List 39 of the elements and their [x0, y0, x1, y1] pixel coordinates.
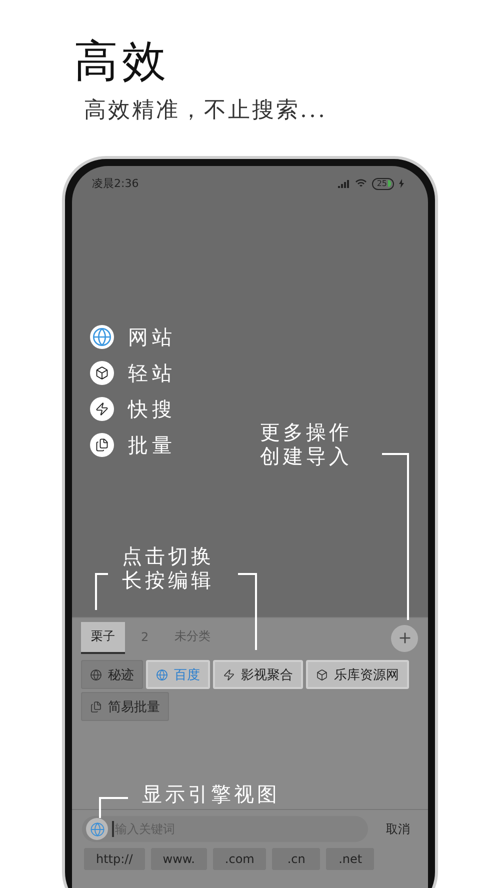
cancel-button[interactable]: 取消	[378, 820, 418, 838]
stack-icon[interactable]	[90, 433, 114, 457]
menu-label: 网站	[128, 324, 176, 350]
leader-line	[94, 572, 110, 612]
wifi-icon	[354, 179, 367, 188]
status-time: 凌晨2:36	[92, 176, 139, 191]
engine-chip[interactable]: 影视聚合	[213, 660, 303, 689]
leader-line	[98, 796, 130, 820]
callout-text: 显示引擎视图	[142, 782, 280, 806]
engine-chip[interactable]: 乐库资源网	[306, 660, 409, 689]
add-button[interactable]	[391, 624, 418, 652]
charging-icon	[399, 179, 404, 188]
menu-label: 批量	[128, 432, 176, 458]
engine-chip[interactable]: 百度	[146, 660, 210, 689]
menu-label: 轻站	[128, 360, 176, 386]
engine-chip[interactable]: 秘迹	[81, 660, 143, 689]
quick-input-key[interactable]: www.	[150, 848, 207, 870]
quick-input-key[interactable]: .net	[326, 848, 374, 870]
quick-input-key[interactable]: http://	[84, 848, 145, 870]
page-subtitle: 高效精准，不止搜索...	[84, 97, 328, 125]
category-tab[interactable]: 栗子	[81, 622, 125, 654]
callout-text: 点击切换 长按编辑	[122, 544, 214, 592]
bolt-icon	[223, 668, 235, 680]
globe-icon[interactable]	[90, 325, 114, 349]
globe-icon	[156, 668, 168, 680]
menu-label: 快搜	[128, 396, 176, 422]
cube-icon[interactable]	[90, 361, 114, 385]
bolt-icon[interactable]	[90, 397, 114, 421]
stack-icon	[90, 700, 102, 712]
engine-chip[interactable]: 简易批量	[81, 692, 169, 721]
callout-text: 更多操作 创建导入	[260, 420, 352, 468]
signal-icon	[338, 180, 350, 188]
plus-icon	[396, 630, 412, 646]
battery-level: 25	[376, 180, 387, 188]
quick-input-key[interactable]: .cn	[272, 848, 320, 870]
globe-icon	[90, 668, 102, 680]
page-heading: 高效	[74, 36, 171, 88]
cube-icon	[316, 668, 328, 680]
quick-input-key[interactable]: .com	[212, 848, 266, 870]
